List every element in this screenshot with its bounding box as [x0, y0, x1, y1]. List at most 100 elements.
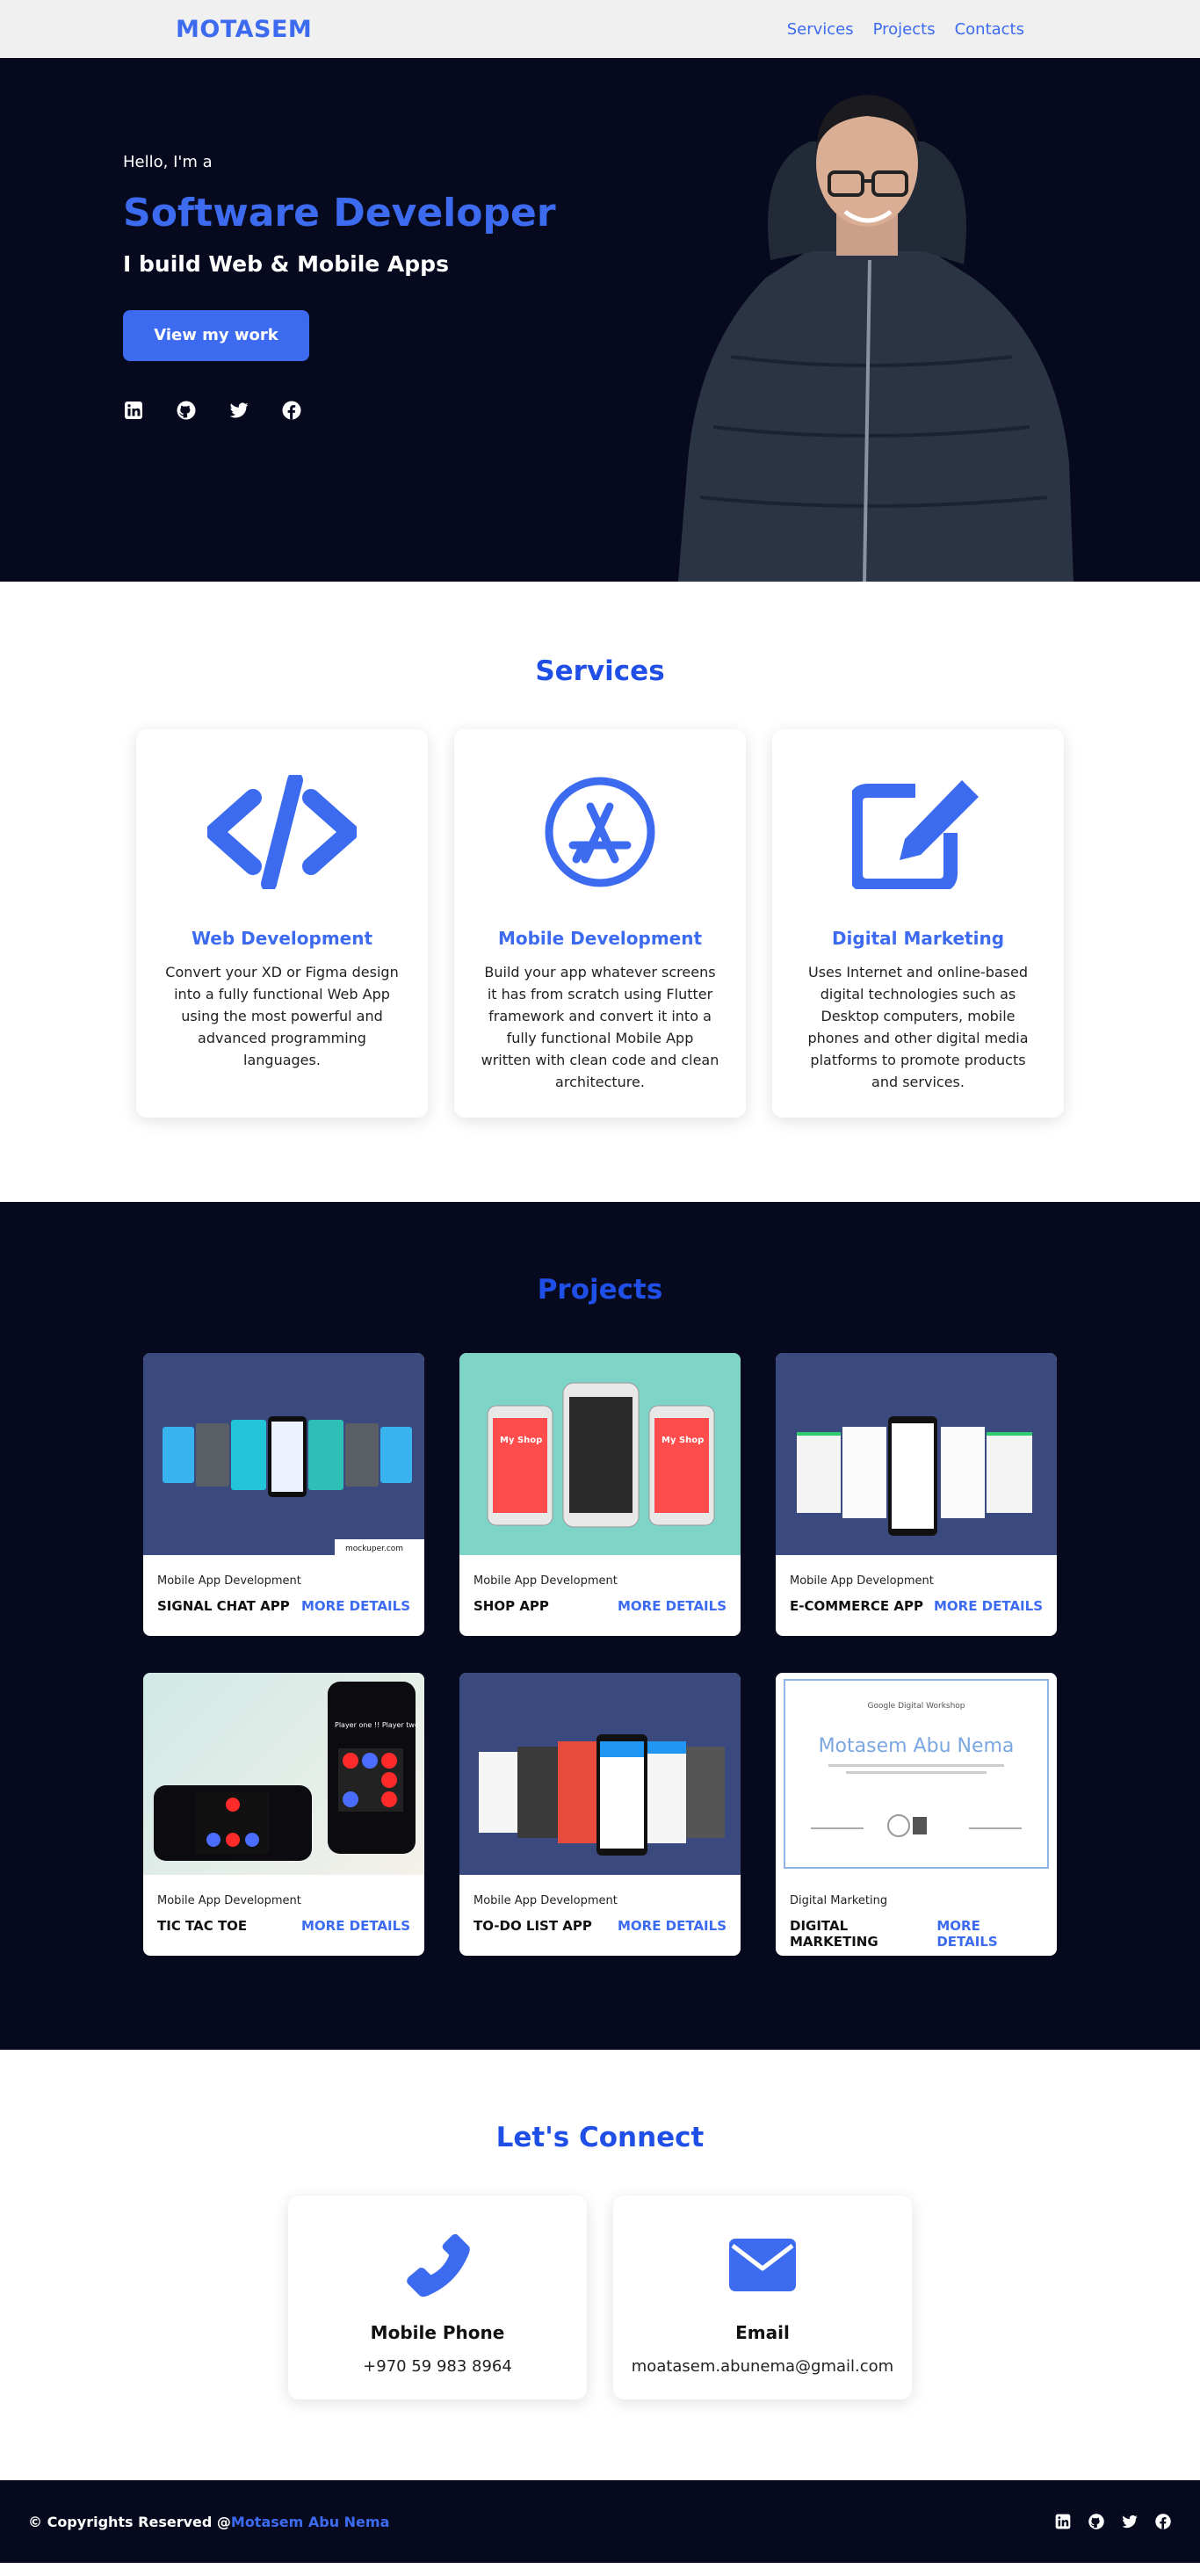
- linkedin-icon[interactable]: [1054, 2513, 1072, 2530]
- project-body: Mobile App Development TIC TAC TOE MORE …: [143, 1875, 424, 1934]
- project-card-todo[interactable]: Mobile App Development TO-DO LIST APP MO…: [459, 1673, 741, 1956]
- certificate-org: Google Digital Workshop: [867, 1702, 965, 1711]
- project-category: Mobile App Development: [157, 1574, 301, 1588]
- copyright-prefix: © Copyrights Reserved @: [28, 2513, 231, 2530]
- project-category: Mobile App Development: [157, 1894, 301, 1907]
- hero-subtitle: I build Web & Mobile Apps: [123, 251, 449, 277]
- service-card-web: Web Development Convert your XD or Figma…: [136, 729, 428, 1118]
- phone-icon: [288, 2231, 587, 2299]
- shop-screen-label: My Shop: [661, 1436, 704, 1445]
- top-nav: MOTASEM Services Projects Contacts: [0, 0, 1200, 58]
- contact-card-phone[interactable]: Mobile Phone +970 59 983 8964: [288, 2196, 587, 2399]
- connect-title: Let's Connect: [495, 2122, 705, 2153]
- project-name: E-COMMERCE APP: [790, 1598, 923, 1614]
- project-name: TIC TAC TOE: [157, 1918, 248, 1934]
- project-body: Mobile App Development SHOP APP MORE DET…: [459, 1555, 741, 1614]
- services-section: Services Web Development Convert your XD…: [0, 582, 1200, 1202]
- project-thumbnail: Player one !! Player two: [143, 1673, 424, 1875]
- project-row: SIGNAL CHAT APP MORE DETAILS: [157, 1598, 410, 1614]
- project-body: Mobile App Development TO-DO LIST APP MO…: [459, 1875, 741, 1934]
- service-description: Convert your XD or Figma design into a f…: [165, 964, 399, 1068]
- more-details-link[interactable]: MORE DETAILS: [301, 1918, 410, 1934]
- hero-socials: [123, 400, 556, 421]
- project-category: Mobile App Development: [473, 1574, 618, 1588]
- twitter-icon[interactable]: [1121, 2513, 1139, 2530]
- service-card-mobile: Mobile Development Build your app whatev…: [454, 729, 746, 1118]
- project-body: Mobile App Development E-COMMERCE APP MO…: [776, 1555, 1057, 1614]
- tictactoe-screen-label: Player one !! Player two: [335, 1721, 419, 1729]
- view-work-button[interactable]: View my work: [123, 310, 309, 361]
- projects-grid: mockuper.com Mobile App Development SIGN…: [143, 1353, 1057, 1956]
- more-details-link[interactable]: MORE DETAILS: [934, 1598, 1043, 1614]
- project-thumbnail: mockuper.com: [143, 1353, 424, 1555]
- more-details-link[interactable]: MORE DETAILS: [618, 1918, 727, 1934]
- shop-screen-label: My Shop: [500, 1436, 542, 1445]
- projects-section: Projects mockuper.com Mobile App Develop…: [0, 1202, 1200, 2050]
- service-description: Build your app whatever screens it has f…: [481, 964, 719, 1090]
- project-card-digital-marketing[interactable]: Google Digital Workshop Motasem Abu Nema…: [776, 1673, 1057, 1956]
- certificate-name: Motasem Abu Nema: [819, 1735, 1015, 1757]
- footer-socials: [1054, 2513, 1172, 2530]
- hero-title: Software Developer: [123, 191, 556, 235]
- app-store-icon: [481, 775, 719, 889]
- service-name: Web Development: [191, 928, 373, 949]
- project-thumbnail: [459, 1673, 741, 1875]
- projects-title: Projects: [537, 1274, 663, 1306]
- hero-section: Hello, I'm a Software Developer I build …: [0, 58, 1200, 582]
- facebook-icon[interactable]: [1154, 2513, 1172, 2530]
- email-address[interactable]: moatasem.abunema@gmail.com: [613, 2357, 912, 2376]
- more-details-link[interactable]: MORE DETAILS: [618, 1598, 727, 1614]
- nav-link-services[interactable]: Services: [787, 20, 854, 39]
- project-category: Mobile App Development: [790, 1574, 934, 1588]
- project-name: DIGITAL MARKETING: [790, 1918, 878, 1950]
- project-name: SHOP APP: [473, 1598, 549, 1614]
- project-body: Mobile App Development SIGNAL CHAT APP M…: [143, 1555, 424, 1614]
- nav-link-contacts[interactable]: Contacts: [955, 20, 1024, 39]
- services-grid: Web Development Convert your XD or Figma…: [0, 729, 1200, 1118]
- project-name: TO-DO LIST APP: [473, 1918, 592, 1934]
- nav-link-projects[interactable]: Projects: [873, 20, 936, 39]
- project-thumbnail: Google Digital Workshop Motasem Abu Nema: [776, 1673, 1057, 1875]
- services-title: Services: [535, 655, 665, 687]
- project-thumbnail: [776, 1353, 1057, 1555]
- linkedin-icon[interactable]: [123, 400, 144, 421]
- service-card-marketing: Digital Marketing Uses Internet and onli…: [772, 729, 1064, 1118]
- hero-greeting: Hello, I'm a: [123, 153, 213, 171]
- more-details-link[interactable]: MORE DETAILS: [936, 1918, 1043, 1950]
- project-name: SIGNAL CHAT APP: [157, 1598, 290, 1614]
- envelope-icon: [613, 2231, 912, 2299]
- facebook-icon[interactable]: [281, 400, 302, 421]
- contact-card-email[interactable]: Email moatasem.abunema@gmail.com: [613, 2196, 912, 2399]
- phone-number[interactable]: +970 59 983 8964: [288, 2357, 587, 2376]
- code-icon: [163, 775, 401, 889]
- project-row: E-COMMERCE APP MORE DETAILS: [790, 1598, 1043, 1614]
- footer: © Copyrights Reserved @Motasem Abu Nema: [0, 2480, 1200, 2563]
- project-row: TIC TAC TOE MORE DETAILS: [157, 1918, 410, 1934]
- project-category: Mobile App Development: [473, 1894, 618, 1907]
- connect-grid: Mobile Phone +970 59 983 8964 Email moat…: [0, 2196, 1200, 2399]
- project-card-signal[interactable]: mockuper.com Mobile App Development SIGN…: [143, 1353, 424, 1636]
- nav-links: Services Projects Contacts: [787, 20, 1024, 39]
- copyright: © Copyrights Reserved @Motasem Abu Nema: [28, 2514, 389, 2530]
- project-card-shop[interactable]: My Shop My Shop Mobile App Development S…: [459, 1353, 741, 1636]
- mockuper-watermark: mockuper.com: [345, 1545, 403, 1553]
- project-body: Digital Marketing DIGITAL MARKETING MORE…: [776, 1875, 1057, 1950]
- site-logo[interactable]: MOTASEM: [176, 16, 312, 43]
- project-card-tictactoe[interactable]: Player one !! Player two Mobile App Deve…: [143, 1673, 424, 1956]
- project-row: TO-DO LIST APP MORE DETAILS: [473, 1918, 727, 1934]
- github-icon[interactable]: [1088, 2513, 1105, 2530]
- more-details-link[interactable]: MORE DETAILS: [301, 1598, 410, 1614]
- service-name: Mobile Development: [497, 928, 703, 949]
- copyright-owner[interactable]: Motasem Abu Nema: [231, 2514, 389, 2530]
- project-card-ecommerce[interactable]: Mobile App Development E-COMMERCE APP MO…: [776, 1353, 1057, 1636]
- project-row: DIGITAL MARKETING MORE DETAILS: [790, 1918, 1043, 1950]
- connect-section: Let's Connect Mobile Phone +970 59 983 8…: [0, 2050, 1200, 2480]
- twitter-icon[interactable]: [228, 400, 249, 421]
- project-row: SHOP APP MORE DETAILS: [473, 1598, 727, 1614]
- contact-title: Mobile Phone: [370, 2322, 505, 2343]
- github-icon[interactable]: [176, 400, 197, 421]
- developer-portrait: [678, 95, 1073, 582]
- contact-title: Email: [735, 2322, 790, 2343]
- service-description: Uses Internet and online-based digital t…: [807, 964, 1029, 1090]
- hero-text: Hello, I'm a Software Developer I build …: [123, 153, 556, 421]
